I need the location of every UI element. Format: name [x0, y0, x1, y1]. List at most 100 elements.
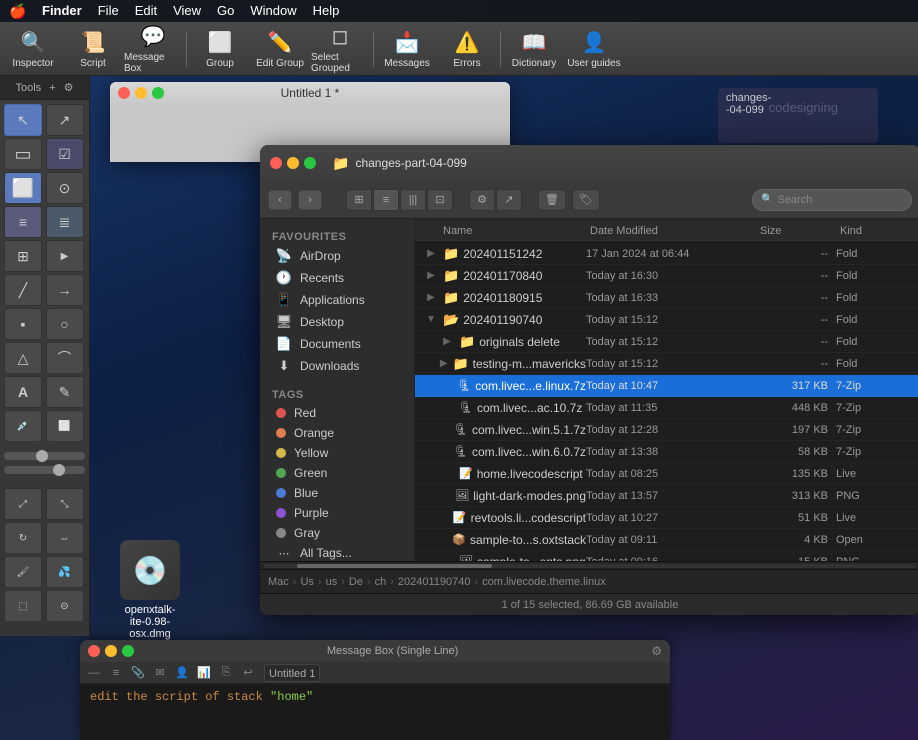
- minimize-button[interactable]: [135, 87, 147, 99]
- close-button[interactable]: [118, 87, 130, 99]
- table-row[interactable]: ▶ 📁 202401151242 17 Jan 2024 at 06:44 --…: [415, 243, 918, 265]
- sidebar-tag-yellow[interactable]: Yellow: [264, 443, 410, 463]
- tag-button[interactable]: 🏷: [572, 189, 600, 211]
- tool-oval[interactable]: ○: [46, 308, 84, 340]
- sidebar-item-documents[interactable]: 📄 Documents: [264, 333, 410, 355]
- tool-checkbox[interactable]: ☑: [46, 138, 84, 170]
- table-row[interactable]: 🗜 com.livec...win.6.0.7z Today at 13:38 …: [415, 441, 918, 463]
- table-row[interactable]: 🗜 com.livec...win.5.1.7z Today at 12:28 …: [415, 419, 918, 441]
- table-row[interactable]: 📦 sample-to...s.oxtstack Today at 09:11 …: [415, 529, 918, 551]
- table-row[interactable]: ▼ 📂 202401190740 Today at 15:12 -- Fold: [415, 309, 918, 331]
- tools-add-icon[interactable]: +: [49, 82, 55, 94]
- sidebar-tag-green[interactable]: Green: [264, 463, 410, 483]
- tool-pencil[interactable]: ✎: [46, 376, 84, 408]
- col-size-header[interactable]: Size: [760, 225, 840, 237]
- path-file[interactable]: com.livecode.theme.linux: [482, 576, 606, 588]
- table-row[interactable]: ▶ 📁 testing-m...mavericks Today at 15:12…: [415, 353, 918, 375]
- msgbox-attach-btn[interactable]: 📎: [128, 664, 148, 682]
- sidebar-all-tags[interactable]: ⋯ All Tags...: [264, 543, 410, 561]
- path-mac[interactable]: Mac: [268, 576, 289, 588]
- sidebar-item-airdrop[interactable]: 📡 AirDrop: [264, 245, 410, 267]
- path-us[interactable]: Us: [300, 576, 313, 588]
- tool-image[interactable]: ⊞: [4, 240, 42, 272]
- table-row[interactable]: 📝 revtools.li...codescript Today at 10:2…: [415, 507, 918, 529]
- toolbar-dictionary[interactable]: 📖 Dictionary: [505, 24, 563, 74]
- tool-rotate[interactable]: ↻: [4, 522, 42, 554]
- view-gallery[interactable]: ⊡: [427, 189, 453, 211]
- msgbox-gear-icon[interactable]: ⚙: [651, 644, 662, 658]
- tool-button[interactable]: ⬜: [4, 172, 42, 204]
- tool-lasso[interactable]: ⊝: [46, 590, 84, 622]
- tool-paint[interactable]: 🖌: [4, 556, 42, 588]
- table-row[interactable]: 🖼 sample-to...ents.png Today at 09:16 15…: [415, 551, 918, 561]
- toolbar-group[interactable]: ⬜ Group: [191, 24, 249, 74]
- tool-browse[interactable]: ↗: [46, 104, 84, 136]
- tool-curve[interactable]: ⌒: [46, 342, 84, 374]
- finder-close-button[interactable]: [270, 157, 282, 169]
- sidebar-item-desktop[interactable]: 🖥 Desktop: [264, 311, 410, 333]
- toolbar-messages[interactable]: 📩 Messages: [378, 24, 436, 74]
- sidebar-tag-orange[interactable]: Orange: [264, 423, 410, 443]
- tools-gear-icon[interactable]: ⚙: [64, 81, 74, 94]
- table-row[interactable]: 🗜 com.livec...ac.10.7z Today at 11:35 44…: [415, 397, 918, 419]
- msgbox-content[interactable]: edit the script of stack "home": [80, 684, 670, 740]
- toolbar-edit-group[interactable]: ✏️ Edit Group: [251, 24, 309, 74]
- zoom-button[interactable]: [152, 87, 164, 99]
- sidebar-tag-red[interactable]: Red: [264, 403, 410, 423]
- msgbox-undo-btn[interactable]: ↩: [238, 664, 258, 682]
- tool-rounded-rect[interactable]: ▭: [4, 138, 42, 170]
- msgbox-zoom[interactable]: [122, 645, 134, 657]
- tool-radio[interactable]: ⊙: [46, 172, 84, 204]
- col-kind-header[interactable]: Kind: [840, 225, 918, 237]
- sidebar-item-downloads[interactable]: ⬇ Downloads: [264, 355, 410, 377]
- msgbox-line-btn[interactable]: —: [84, 664, 104, 682]
- msgbox-contact-btn[interactable]: 👤: [172, 664, 192, 682]
- share-button[interactable]: ↗: [496, 189, 522, 211]
- tool-resize[interactable]: ⤡: [46, 488, 84, 520]
- toolbar-errors[interactable]: ⚠️ Errors: [438, 24, 496, 74]
- menubar-help[interactable]: Help: [305, 0, 348, 22]
- menubar-finder[interactable]: Finder: [34, 0, 90, 22]
- msgbox-mail-btn[interactable]: ✉: [150, 664, 170, 682]
- horizontal-scrollbar[interactable]: [260, 561, 918, 569]
- path-ch[interactable]: ch: [375, 576, 387, 588]
- toolbar-select-grouped[interactable]: ◻ Select Grouped: [311, 24, 369, 74]
- view-column[interactable]: |||: [400, 189, 426, 211]
- back-button[interactable]: ‹: [268, 190, 292, 210]
- msgbox-chart-btn[interactable]: 📊: [194, 664, 214, 682]
- sidebar-item-applications[interactable]: 📱 Applications: [264, 289, 410, 311]
- toolbar-user-guides[interactable]: 👤 User guides: [565, 24, 623, 74]
- view-list[interactable]: ≡: [373, 189, 399, 211]
- col-name-header[interactable]: Name: [415, 225, 590, 237]
- tool-pointer[interactable]: ↖: [4, 104, 42, 136]
- scrollbar-thumb[interactable]: [297, 564, 493, 568]
- action-button[interactable]: ⚙: [469, 189, 495, 211]
- menubar-go[interactable]: Go: [209, 0, 242, 22]
- slider-2[interactable]: [4, 466, 85, 474]
- tool-flip[interactable]: ⇔: [46, 522, 84, 554]
- col-modified-header[interactable]: Date Modified: [590, 225, 760, 237]
- tool-player[interactable]: ▶: [46, 240, 84, 272]
- finder-minimize-button[interactable]: [287, 157, 299, 169]
- msgbox-tab-label[interactable]: Untitled 1: [264, 664, 320, 682]
- msgbox-list-btn[interactable]: ≡: [106, 664, 126, 682]
- table-row[interactable]: ▶ 📁 202401180915 Today at 16:33 -- Fold: [415, 287, 918, 309]
- table-row[interactable]: 🗜 com.livec...e.linux.7z Today at 10:47 …: [415, 375, 918, 397]
- tool-spray[interactable]: 💦: [46, 556, 84, 588]
- menubar-file[interactable]: File: [90, 0, 127, 22]
- tool-poly[interactable]: △: [4, 342, 42, 374]
- tool-drag[interactable]: ⤢: [4, 488, 42, 520]
- sidebar-tag-gray[interactable]: Gray: [264, 523, 410, 543]
- sidebar-item-recents[interactable]: 🕐 Recents: [264, 267, 410, 289]
- table-row[interactable]: ▶ 📁 originals delete Today at 15:12 -- F…: [415, 331, 918, 353]
- sidebar-tag-blue[interactable]: Blue: [264, 483, 410, 503]
- table-row[interactable]: 🖼 light-dark-modes.png Today at 13:57 31…: [415, 485, 918, 507]
- menubar-view[interactable]: View: [165, 0, 209, 22]
- slider-1[interactable]: [4, 452, 85, 460]
- table-row[interactable]: 📝 home.livecodescript Today at 08:25 135…: [415, 463, 918, 485]
- path-folder[interactable]: 202401190740: [398, 576, 471, 588]
- path-us2[interactable]: us: [326, 576, 338, 588]
- msgbox-close[interactable]: [88, 645, 100, 657]
- search-box[interactable]: 🔍 Search: [752, 189, 912, 211]
- tool-select-rect[interactable]: ⬚: [4, 590, 42, 622]
